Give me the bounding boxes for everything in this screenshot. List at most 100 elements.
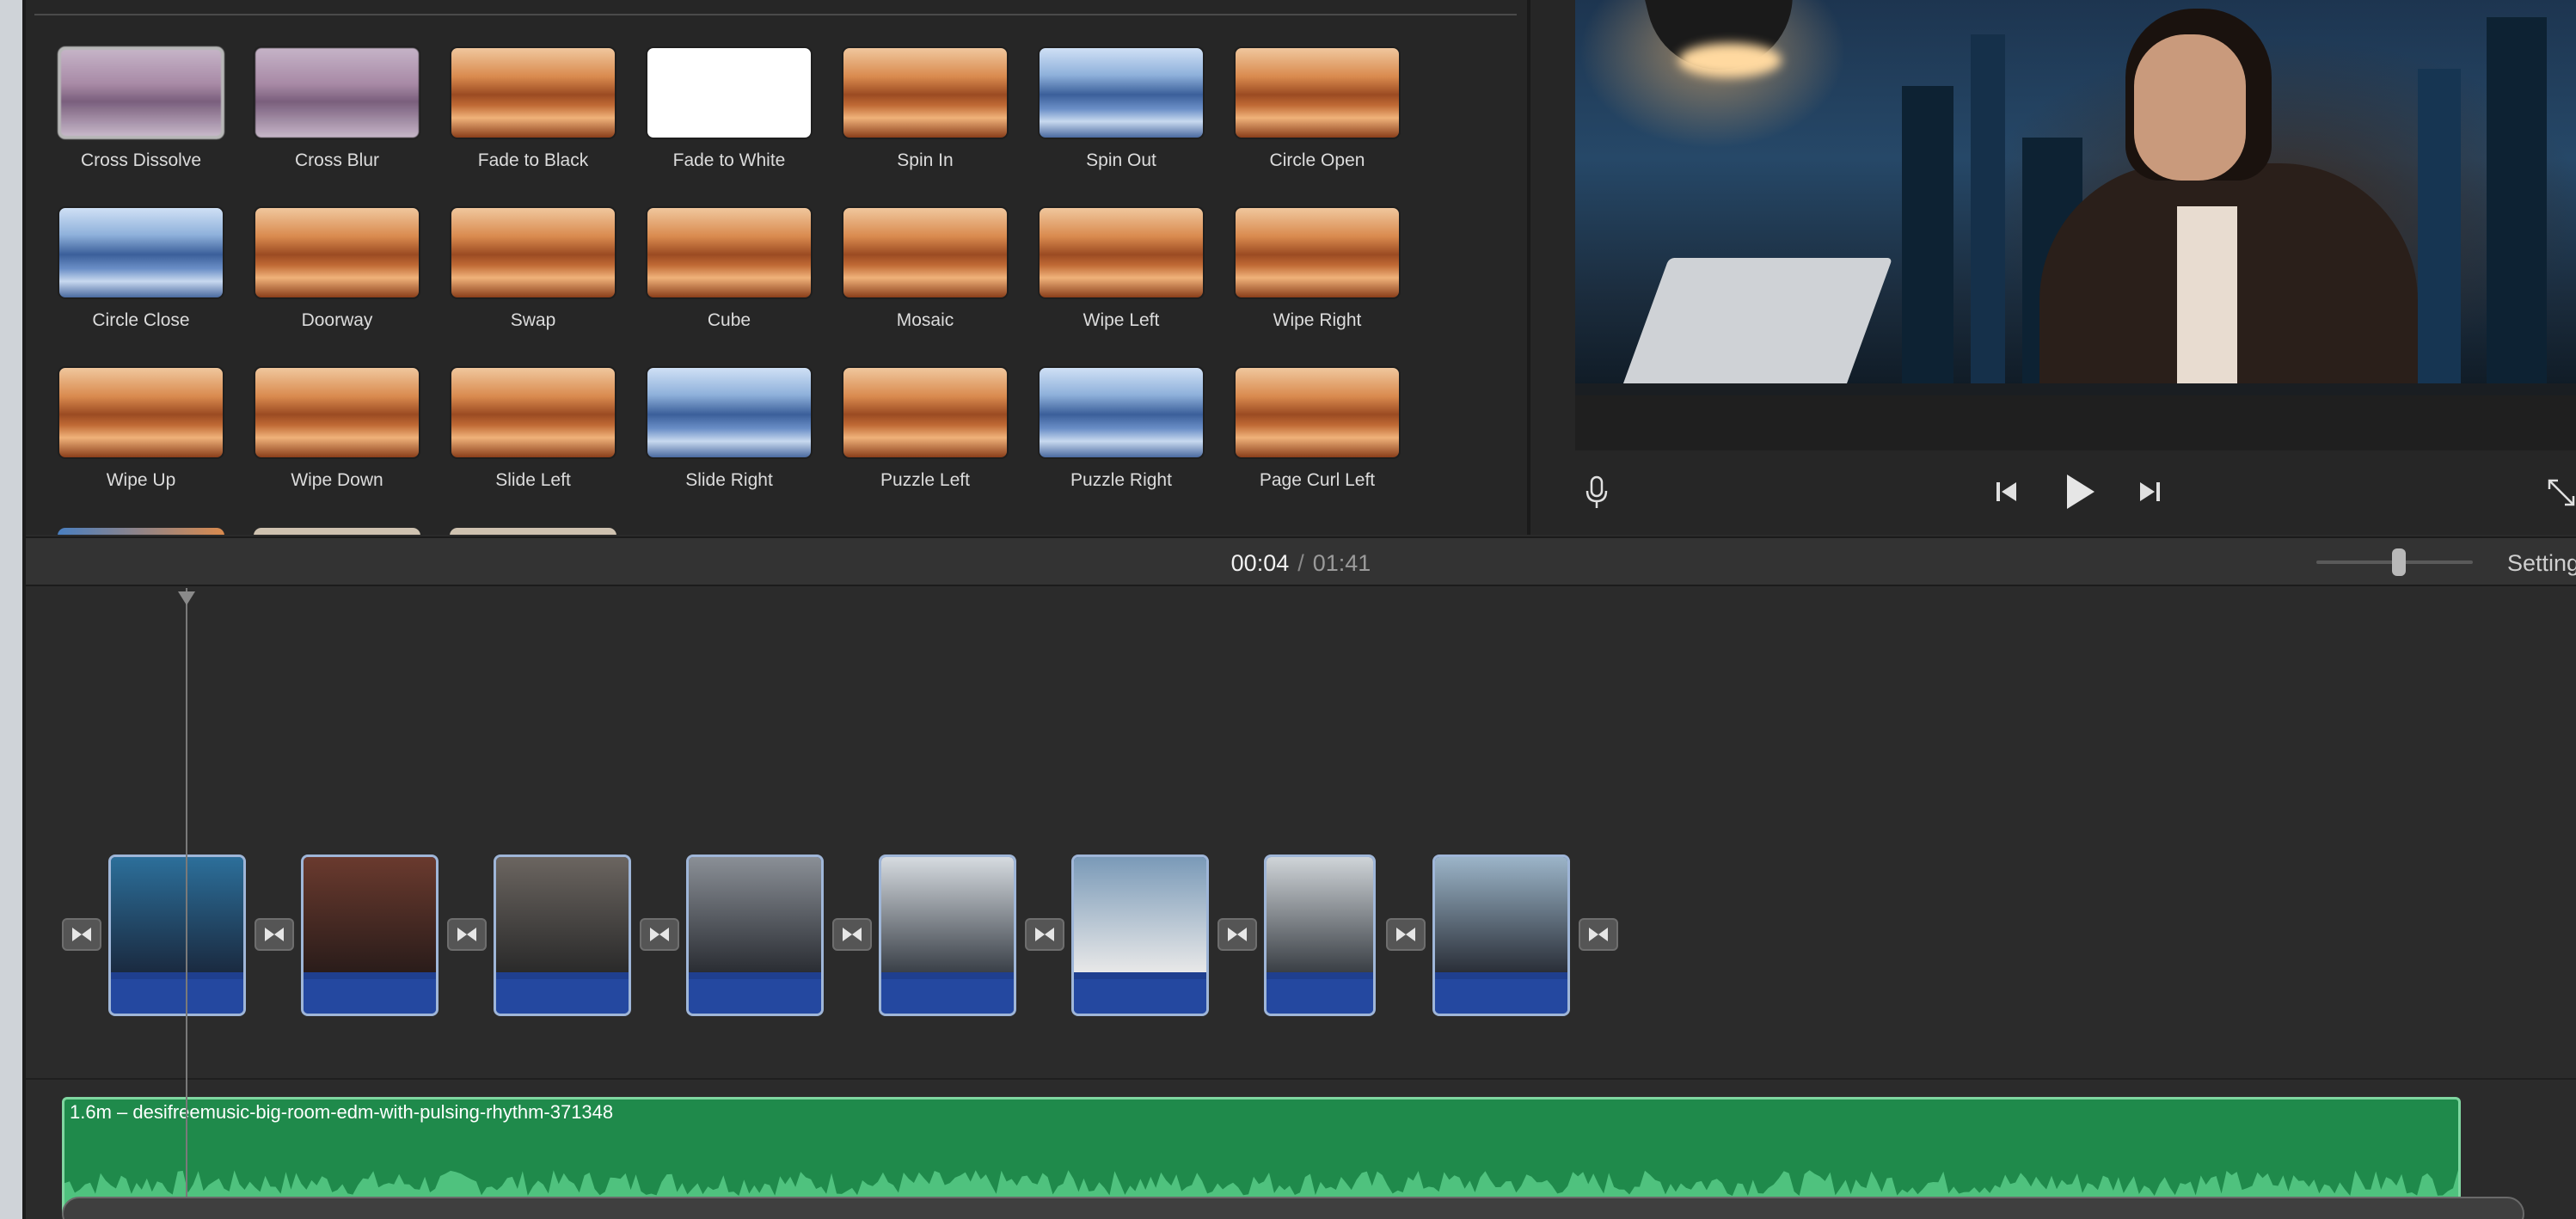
- transition-page-curl-left[interactable]: Page Curl Left: [1231, 366, 1403, 491]
- transition-thumbnail: [58, 46, 224, 139]
- transition-label: Puzzle Left: [880, 470, 970, 490]
- transition-label: Page Curl Left: [1259, 470, 1376, 490]
- transition-marker-3[interactable]: [447, 918, 487, 951]
- clip-thumbnail: [111, 857, 243, 972]
- bowtie-icon: [1228, 928, 1247, 941]
- timeline-zoom-slider[interactable]: [2316, 548, 2473, 576]
- bowtie-icon: [72, 928, 91, 941]
- transition-wipe-down[interactable]: Wipe Down: [251, 366, 423, 491]
- time-separator: /: [1297, 550, 1304, 576]
- transition-thumbnail: [1234, 206, 1401, 299]
- zoom-slider-knob[interactable]: [2392, 548, 2406, 576]
- clip-thumbnail: [881, 857, 1014, 972]
- playhead-handle[interactable]: [178, 591, 195, 605]
- timeline-clip-2[interactable]: [301, 855, 439, 1016]
- letterbox-bar: [1575, 395, 2576, 450]
- clip-audio: [689, 979, 821, 1014]
- transition-marker-8[interactable]: [1386, 918, 1426, 951]
- imovie-window: Cross Dissolve Cross Blur Fade to Black Fad…: [0, 0, 2576, 1219]
- current-time: 00:04: [1230, 550, 1290, 576]
- transition-cross-blur[interactable]: Cross Blur: [251, 46, 423, 171]
- transition-swap[interactable]: Swap: [447, 206, 619, 331]
- transition-marker-4[interactable]: [640, 918, 679, 951]
- transition-mosaic[interactable]: Mosaic: [839, 206, 1011, 331]
- transition-spin-in[interactable]: Spin In: [839, 46, 1011, 171]
- voiceover-button[interactable]: [1575, 471, 1618, 514]
- transition-thumbnail: [450, 206, 616, 299]
- transition-marker-5[interactable]: [832, 918, 872, 951]
- transition-thumbnail: [646, 206, 813, 299]
- transition-doorway[interactable]: Doorway: [251, 206, 423, 331]
- transition-slide-right[interactable]: Slide Right: [643, 366, 815, 491]
- timeline-settings-button[interactable]: Settings: [2507, 550, 2576, 577]
- transition-label: Circle Close: [92, 310, 190, 330]
- skip-back-icon: [1996, 482, 2016, 501]
- transition-cross-dissolve[interactable]: Cross Dissolve: [55, 46, 227, 171]
- timeline-clip-1[interactable]: [108, 855, 246, 1016]
- transition-label: Slide Right: [685, 470, 773, 490]
- transition-thumbnail: [254, 366, 420, 459]
- clip-audio: [881, 979, 1014, 1014]
- timecode-display: 00:04 / 01:41: [26, 550, 2576, 577]
- transition-label: Puzzle Right: [1070, 470, 1172, 490]
- timeline-clip-4[interactable]: [686, 855, 824, 1016]
- transition-thumbnail: [1038, 366, 1205, 459]
- browser-divider: [34, 14, 1517, 15]
- clip-thumbnail: [304, 857, 436, 972]
- play-button[interactable]: [2057, 469, 2101, 514]
- microphone-icon: [1585, 475, 1608, 508]
- bowtie-icon: [650, 928, 669, 941]
- playhead[interactable]: [186, 588, 187, 1219]
- transition-marker-2[interactable]: [255, 918, 294, 951]
- transition-fade-to-white[interactable]: Fade to White: [643, 46, 815, 171]
- transition-tile-partial[interactable]: [58, 528, 224, 535]
- left-desktop-edge: [0, 0, 26, 1219]
- transition-thumbnail: [450, 46, 616, 139]
- transition-label: Cross Blur: [294, 150, 380, 170]
- timeline-clip-3[interactable]: [494, 855, 631, 1016]
- clip-audio: [1267, 979, 1373, 1014]
- transition-wipe-right[interactable]: Wipe Right: [1231, 206, 1403, 331]
- transition-wipe-left[interactable]: Wipe Left: [1035, 206, 1207, 331]
- transition-thumbnail: [842, 366, 1009, 459]
- transition-marker-7[interactable]: [1217, 918, 1257, 951]
- transition-thumbnail: [1234, 46, 1401, 139]
- project-timeline[interactable]: 1.6m – desifreemusic-big-room-edm-with-p…: [26, 588, 2576, 1219]
- viewer-panel: [1530, 0, 2576, 535]
- transitions-browser: Cross Dissolve Cross Blur Fade to Black Fad…: [26, 0, 1527, 535]
- timeline-clip-8[interactable]: [1432, 855, 1570, 1016]
- timeline-clip-5[interactable]: [879, 855, 1016, 1016]
- clip-audio: [1435, 979, 1567, 1014]
- clip-thumbnail: [1074, 857, 1206, 972]
- timeline-clip-6[interactable]: [1071, 855, 1209, 1016]
- music-clip-title: 1.6m – desifreemusic-big-room-edm-with-p…: [70, 1101, 614, 1123]
- transition-circle-close[interactable]: Circle Close: [55, 206, 227, 331]
- transition-cube[interactable]: Cube: [643, 206, 815, 331]
- transition-marker-9[interactable]: [1579, 918, 1618, 951]
- transition-label: Wipe Right: [1273, 310, 1362, 330]
- expand-icon: [2548, 479, 2575, 506]
- transition-fade-to-black[interactable]: Fade to Black: [447, 46, 619, 171]
- skip-back-button[interactable]: [1990, 475, 2024, 509]
- transition-thumbnail: [1038, 206, 1205, 299]
- transition-wipe-up[interactable]: Wipe Up: [55, 366, 227, 491]
- transition-label: Spin Out: [1086, 150, 1156, 170]
- transition-puzzle-left[interactable]: Puzzle Left: [839, 366, 1011, 491]
- clip-audio: [304, 979, 436, 1014]
- transition-tile-partial[interactable]: [254, 528, 420, 535]
- skip-forward-button[interactable]: [2132, 475, 2167, 509]
- transition-marker-1[interactable]: [62, 918, 101, 951]
- transition-marker-6[interactable]: [1025, 918, 1064, 951]
- clip-audio: [111, 979, 243, 1014]
- transition-label: Fade to Black: [477, 150, 589, 170]
- transition-tile-partial[interactable]: [450, 528, 616, 535]
- transition-slide-left[interactable]: Slide Left: [447, 366, 619, 491]
- transition-thumbnail: [842, 206, 1009, 299]
- transition-puzzle-right[interactable]: Puzzle Right: [1035, 366, 1207, 491]
- transition-thumbnail: [1234, 366, 1401, 459]
- transition-spin-out[interactable]: Spin Out: [1035, 46, 1207, 171]
- timeline-clip-7[interactable]: [1264, 855, 1376, 1016]
- transition-circle-open[interactable]: Circle Open: [1231, 46, 1403, 171]
- transition-label: Circle Open: [1269, 150, 1365, 170]
- fullscreen-button[interactable]: [2542, 473, 2576, 512]
